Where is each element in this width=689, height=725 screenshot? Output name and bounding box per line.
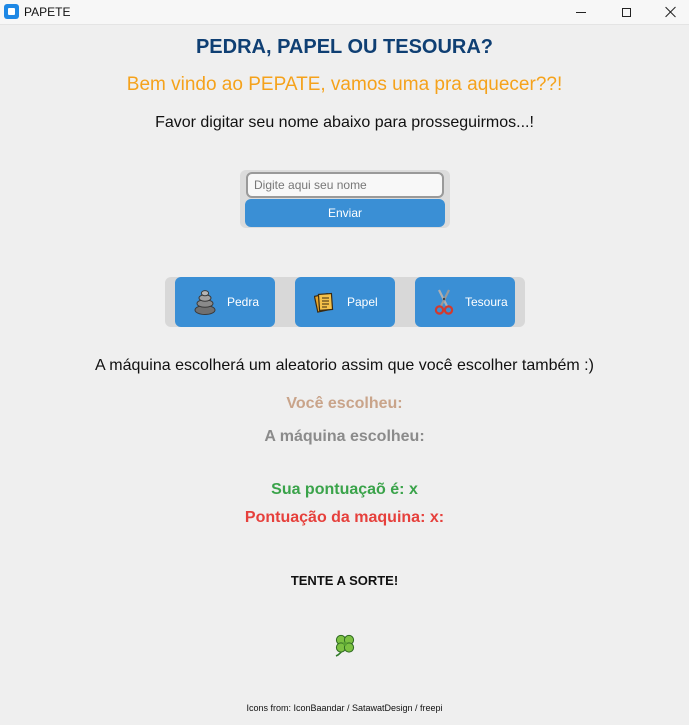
stones-icon	[194, 290, 216, 315]
window-title: PAPETE	[24, 5, 71, 19]
maximize-button[interactable]	[603, 0, 649, 24]
close-button[interactable]	[648, 0, 689, 24]
paper-button-label: Papel	[347, 295, 378, 309]
maximize-icon	[621, 7, 631, 17]
machine-score: Pontuação da maquina: x:	[244, 509, 445, 526]
name-instruction: Favor digitar seu nome abaixo para pross…	[155, 114, 534, 131]
title-bar: PAPETE	[0, 0, 689, 25]
welcome-message: Bem vindo ao PEPATE, vamos uma pra aquec…	[126, 74, 563, 95]
rock-button-label: Pedra	[227, 295, 260, 309]
try-luck-text: TENTE A SORTE!	[290, 573, 399, 588]
scissors-button-label: Tesoura	[465, 295, 508, 309]
rock-button[interactable]: Pedra	[175, 277, 275, 327]
machine-info-text: A máquina escolherá um aleatorio assim q…	[95, 357, 594, 374]
close-icon	[665, 6, 677, 18]
page-title: PEDRA, PAPEL OU TESOURA?	[195, 36, 494, 58]
machine-choice-label: A máquina escolheu:	[264, 428, 425, 445]
player-choice-label: Você escolheu:	[286, 395, 403, 412]
app-icon	[4, 4, 19, 19]
scissors-icon	[434, 289, 454, 315]
player-score: Sua pontuaçaõ é: x	[271, 481, 418, 498]
scissors-button[interactable]: Tesoura	[415, 277, 515, 327]
paper-button[interactable]: Papel	[295, 277, 395, 327]
minimize-button[interactable]	[558, 0, 604, 24]
four-leaf-clover-icon[interactable]	[332, 632, 358, 658]
send-button[interactable]: Enviar	[245, 199, 445, 227]
paper-stack-icon	[314, 292, 334, 313]
icon-credits: Icons from: IconBaandar / SatawatDesign …	[246, 703, 443, 713]
name-input[interactable]	[246, 172, 444, 198]
minimize-icon	[576, 11, 586, 13]
